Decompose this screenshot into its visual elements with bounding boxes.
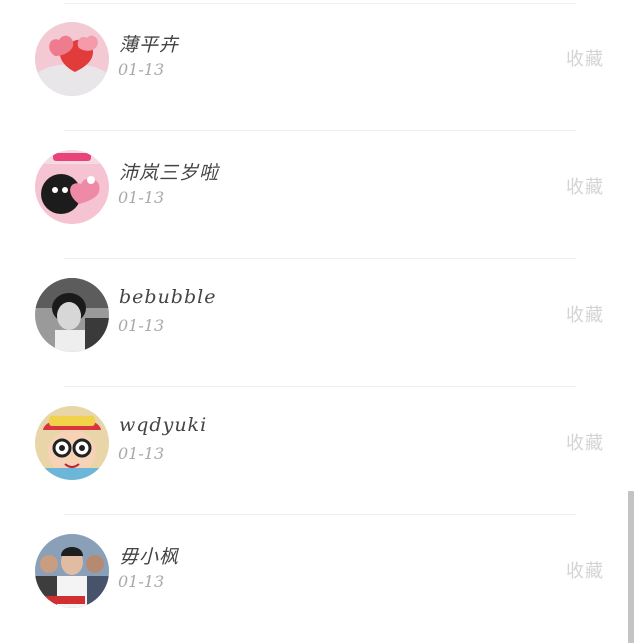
user-name: 薄平卉 <box>119 34 180 56</box>
user-name: wqdyuki <box>119 414 208 436</box>
list-item[interactable]: 沛岚三岁啦 01-13 收藏 <box>0 128 640 256</box>
favorite-button[interactable]: 收藏 <box>566 429 604 455</box>
favorite-button[interactable]: 收藏 <box>566 301 604 327</box>
favorite-button[interactable]: 收藏 <box>566 45 604 71</box>
list-item[interactable]: 薄平卉 01-13 收藏 <box>0 0 640 128</box>
user-list: 薄平卉 01-13 收藏 沛岚三岁啦 01-13 收藏 bebubble 01-… <box>0 0 640 643</box>
hearts-avatar[interactable] <box>35 22 109 96</box>
group-photo-avatar[interactable] <box>35 534 109 608</box>
item-date: 01-13 <box>118 444 165 463</box>
item-date: 01-13 <box>118 188 165 207</box>
user-name: bebubble <box>119 286 217 308</box>
scrollbar-thumb[interactable] <box>628 491 634 643</box>
user-name: 沛岚三岁啦 <box>119 162 220 184</box>
favorite-button[interactable]: 收藏 <box>566 557 604 583</box>
list-item[interactable]: bebubble 01-13 收藏 <box>0 256 640 384</box>
item-date: 01-13 <box>118 316 165 335</box>
cartoon-love-avatar[interactable] <box>35 150 109 224</box>
arale-cartoon-avatar[interactable] <box>35 406 109 480</box>
user-name: 毋小枫 <box>119 546 180 568</box>
list-item[interactable]: wqdyuki 01-13 收藏 <box>0 384 640 512</box>
item-date: 01-13 <box>118 60 165 79</box>
item-date: 01-13 <box>118 572 165 591</box>
favorite-button[interactable]: 收藏 <box>566 173 604 199</box>
bw-portrait-avatar[interactable] <box>35 278 109 352</box>
list-item[interactable]: 毋小枫 01-13 收藏 <box>0 512 640 640</box>
